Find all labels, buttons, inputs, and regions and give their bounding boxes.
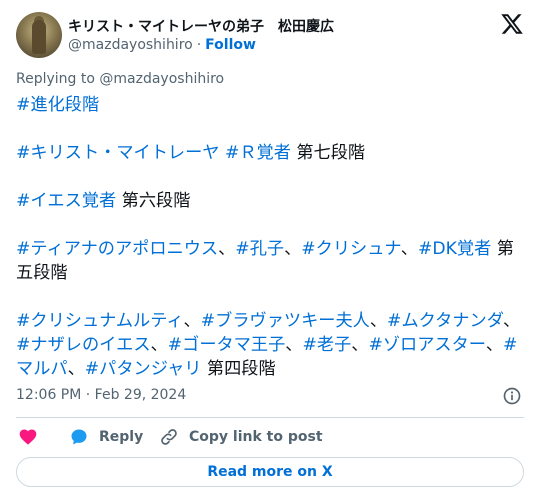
copy-link-label: Copy link to post <box>189 429 323 445</box>
hashtag-link[interactable]: #パタンジャリ <box>85 359 202 379</box>
text-segment: 第七段階 <box>290 143 366 163</box>
tweet-card: キリスト・マイトレーヤの弟子 松田慶広 @mazdayoshihiro · Foll… <box>0 0 540 504</box>
action-bar: Reply Copy link to post <box>16 425 524 449</box>
hashtag-link[interactable]: #Ｒ覚者 <box>225 143 291 163</box>
tweet-paragraph-4: #ティアナのアポロニウス、#孔子、#クリシュナ、#DK覚者 第五段階 <box>16 237 524 285</box>
like-button[interactable] <box>18 425 48 449</box>
text-segment: 、 <box>400 239 418 259</box>
copy-link-button[interactable]: Copy link to post <box>159 425 323 449</box>
tweet-paragraph-5: #クリシュナムルティ、#ブラヴァツキー夫人、#ムクタナンダ、#ナザレのイエス、#… <box>16 309 524 381</box>
text-segment: 、 <box>150 335 168 355</box>
tweet-paragraph-1: #進化段階 <box>16 93 524 117</box>
author-display-name[interactable]: キリスト・マイトレーヤの弟子 松田慶広 <box>68 16 334 36</box>
follow-button[interactable]: Follow <box>205 37 256 53</box>
text-segment: 、 <box>285 335 303 355</box>
hashtag-link[interactable]: #イエス覚者 <box>16 191 116 211</box>
text-segment: 、 <box>351 335 369 355</box>
text-segment: 、 <box>218 239 236 259</box>
author-handle[interactable]: @mazdayoshihiro <box>68 37 193 53</box>
text-segment: 、 <box>284 239 302 259</box>
info-icon[interactable] <box>502 386 522 406</box>
tweet-paragraph-3: #イエス覚者 第六段階 <box>16 189 524 213</box>
hashtag-link[interactable]: #ティアナのアポロニウス <box>16 239 218 259</box>
avatar[interactable] <box>16 12 62 58</box>
hashtag-link[interactable]: #老子 <box>302 335 351 355</box>
hashtag-link[interactable]: #ナザレのイエス <box>16 335 151 355</box>
reply-label: Reply <box>99 429 144 445</box>
hashtag-link[interactable]: #DK覚者 <box>418 239 491 259</box>
text-segment: 、 <box>485 335 504 355</box>
link-icon <box>161 429 177 445</box>
reply-bubble-icon <box>71 429 87 445</box>
text-segment: 第六段階 <box>116 191 191 211</box>
hashtag-link[interactable]: #キリスト・マイトレーヤ <box>16 143 219 163</box>
hashtag-link[interactable]: #ゾロアスター <box>368 335 485 355</box>
tweet-paragraph-2: #キリスト・マイトレーヤ #Ｒ覚者 第七段階 <box>16 141 524 165</box>
text-segment: 、 <box>369 311 388 331</box>
reply-button[interactable]: Reply <box>69 425 143 449</box>
text-segment: 第四段階 <box>201 359 276 379</box>
hashtag-link[interactable]: #ムクタナンダ <box>387 311 503 331</box>
avatar-figure-body <box>32 20 46 54</box>
hashtag-link[interactable]: #ブラヴァツキー夫人 <box>201 311 370 331</box>
separator-dot: · <box>196 37 202 53</box>
tweet-header: キリスト・マイトレーヤの弟子 松田慶広 @mazdayoshihiro · Foll… <box>16 12 524 60</box>
heart-icon <box>19 429 37 445</box>
hashtag-link[interactable]: #クリシュナムルティ <box>16 311 184 331</box>
replying-to-handle[interactable]: @mazdayoshihiro <box>99 71 224 87</box>
tweet-text: #進化段階 #キリスト・マイトレーヤ #Ｒ覚者 第七段階 #イエス覚者 第六段階… <box>16 93 524 405</box>
hashtag-link[interactable]: #ゴータマ王子 <box>168 335 286 355</box>
replying-to-prefix: Replying to <box>16 71 100 87</box>
text-segment: 、 <box>183 311 201 331</box>
divider <box>16 417 524 418</box>
replying-to: Replying to @mazdayoshihiro <box>16 71 224 87</box>
x-logo-icon[interactable] <box>500 12 524 36</box>
author-handle-line: @mazdayoshihiro · Follow <box>68 37 256 53</box>
hashtag-link[interactable]: #クリシュナ <box>301 239 400 259</box>
read-more-button[interactable]: Read more on X <box>16 457 524 487</box>
tweet-timestamp[interactable]: 12:06 PM · Feb 29, 2024 <box>16 387 186 403</box>
text-segment: 、 <box>503 311 521 331</box>
hashtag-link[interactable]: #進化段階 <box>16 95 99 115</box>
hashtag-link[interactable]: #孔子 <box>235 239 284 259</box>
text-segment: 、 <box>67 359 85 379</box>
